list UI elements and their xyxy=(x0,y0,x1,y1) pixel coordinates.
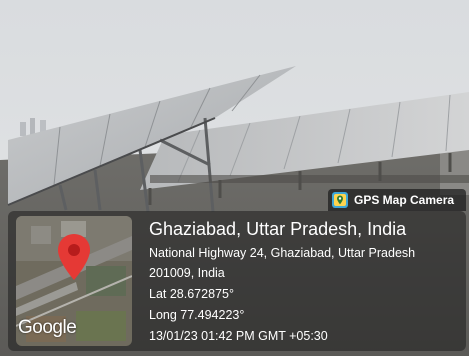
longitude-text: Long 77.494223° xyxy=(149,308,245,322)
app-badge-label: GPS Map Camera xyxy=(354,193,455,207)
datetime-text: 13/01/23 01:42 PM GMT +05:30 xyxy=(149,329,328,343)
photo-stage: GPS Map Camera Google Ghaziabad, Uttar P… xyxy=(0,0,469,356)
latitude-text: Lat 28.672875° xyxy=(149,287,234,301)
location-title: Ghaziabad, Uttar Pradesh, India xyxy=(149,219,407,239)
address-line-2: 201009, India xyxy=(149,266,225,280)
gps-map-camera-app-icon xyxy=(332,192,348,208)
app-badge: GPS Map Camera xyxy=(328,189,466,211)
google-logo-text: Google xyxy=(18,317,77,338)
address-line-1: National Highway 24, Ghaziabad, Uttar Pr… xyxy=(149,246,416,260)
